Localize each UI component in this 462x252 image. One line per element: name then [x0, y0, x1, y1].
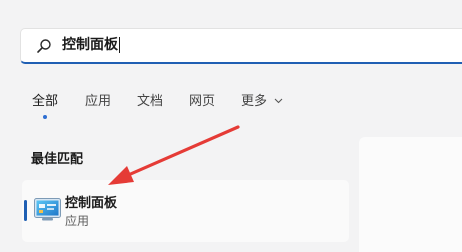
tab-all-label: 全部 — [32, 94, 59, 109]
result-subtitle: 应用 — [65, 214, 90, 228]
tab-apps-label: 应用 — [85, 94, 112, 109]
tab-documents-label: 文档 — [137, 94, 164, 109]
control-panel-icon — [34, 198, 61, 221]
active-tab-indicator — [43, 115, 47, 119]
best-match-result[interactable]: 控制面板 应用 — [22, 180, 349, 242]
tab-documents[interactable]: 文档 — [137, 93, 163, 111]
search-box[interactable]: 控制面板 — [20, 28, 462, 64]
detail-panel — [359, 137, 462, 252]
selection-indicator — [24, 200, 27, 221]
tab-apps[interactable]: 应用 — [85, 93, 111, 111]
text-cursor — [119, 37, 120, 53]
search-input[interactable]: 控制面板 — [62, 29, 120, 62]
tab-web-label: 网页 — [189, 94, 216, 109]
tab-all[interactable]: 全部 — [32, 93, 58, 111]
tab-web[interactable]: 网页 — [189, 93, 215, 111]
search-icon — [37, 39, 51, 53]
result-title: 控制面板 — [65, 196, 118, 211]
chevron-down-icon[interactable] — [274, 98, 283, 104]
tab-more-label: 更多 — [241, 94, 268, 109]
tab-more[interactable]: 更多 — [241, 93, 267, 111]
search-input-text: 控制面板 — [62, 37, 118, 53]
best-match-heading: 最佳匹配 — [31, 152, 84, 167]
